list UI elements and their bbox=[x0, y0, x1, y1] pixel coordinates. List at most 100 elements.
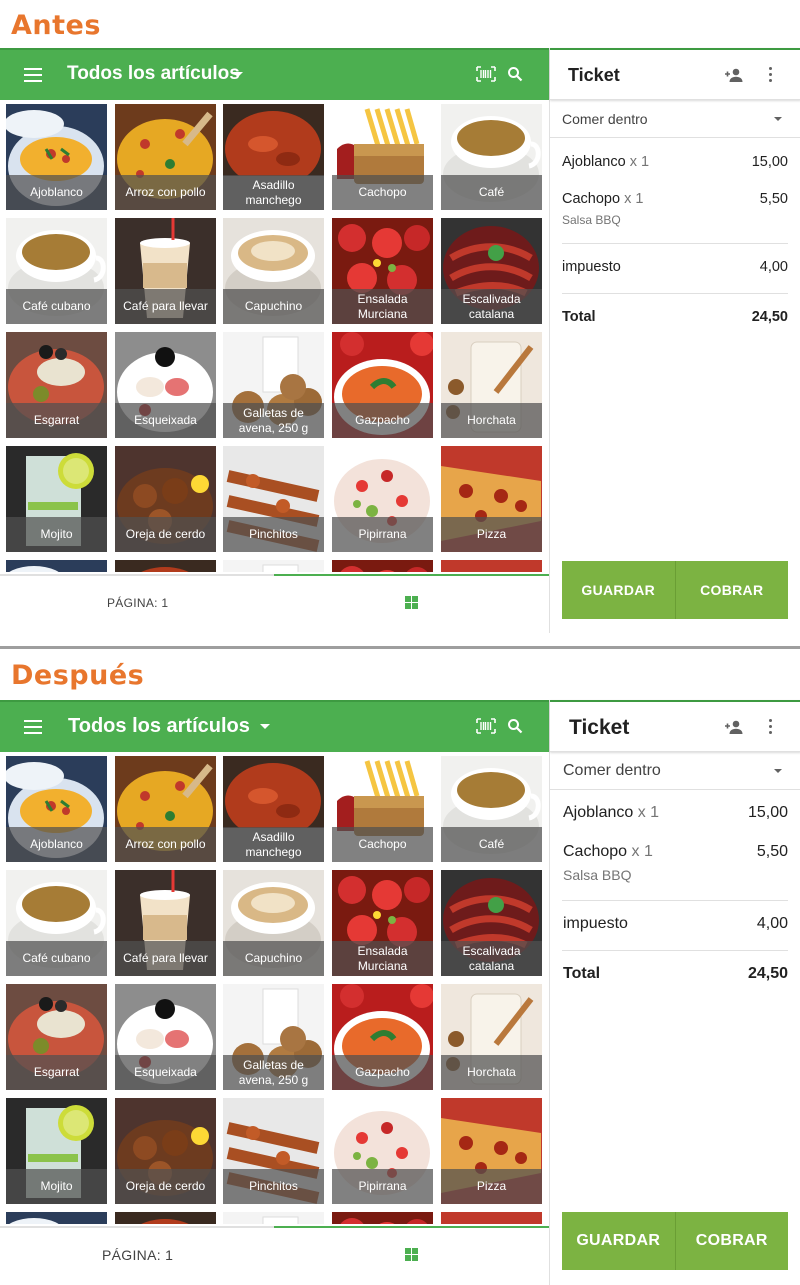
category-dropdown-icon[interactable] bbox=[260, 724, 270, 729]
more-vert-icon[interactable] bbox=[769, 67, 773, 83]
product-tile-partial bbox=[6, 1212, 107, 1224]
product-label: Café para llevar bbox=[115, 941, 216, 976]
line-item-qty: x 1 bbox=[631, 843, 653, 860]
product-tile[interactable]: Pipirrana bbox=[332, 1098, 433, 1204]
more-vert-icon[interactable] bbox=[769, 719, 773, 735]
product-image bbox=[115, 1212, 216, 1224]
product-label: Capuchino bbox=[223, 289, 324, 324]
divider bbox=[562, 950, 788, 951]
product-tile[interactable]: Capuchino bbox=[223, 218, 324, 324]
add-person-icon[interactable] bbox=[724, 719, 744, 735]
save-button[interactable]: GUARDAR bbox=[562, 1212, 675, 1270]
product-tile[interactable]: Esgarrat bbox=[6, 984, 107, 1090]
section-before: Antes Todos los artículos Ajoblanco Arroz… bbox=[0, 0, 800, 650]
product-tile[interactable]: Galletas de avena, 250 g bbox=[223, 332, 324, 438]
product-tile[interactable]: Café cubano bbox=[6, 870, 107, 976]
product-tile[interactable]: Esqueixada bbox=[115, 332, 216, 438]
ticket-actions: GUARDAR COBRAR bbox=[562, 1212, 788, 1270]
line-item-amount: 15,00 bbox=[751, 154, 788, 170]
dining-option-select[interactable]: Comer dentro bbox=[550, 752, 800, 790]
product-image bbox=[332, 1212, 433, 1224]
product-tile[interactable]: Cachopo bbox=[332, 104, 433, 210]
product-tile[interactable]: Café bbox=[441, 756, 542, 862]
grid-view-icon[interactable] bbox=[405, 596, 418, 609]
product-tile[interactable]: Galletas de avena, 250 g bbox=[223, 984, 324, 1090]
product-label: Esqueixada bbox=[115, 1055, 216, 1090]
product-label: Pizza bbox=[441, 517, 542, 552]
product-tile[interactable]: Asadillo manchego bbox=[223, 104, 324, 210]
dining-option-select[interactable]: Comer dentro bbox=[550, 100, 800, 138]
category-title[interactable]: Todos los artículos bbox=[68, 715, 250, 738]
product-tile[interactable]: Horchata bbox=[441, 332, 542, 438]
product-tile[interactable]: Café para llevar bbox=[115, 870, 216, 976]
product-label: Horchata bbox=[441, 403, 542, 438]
product-tile[interactable]: Ensalada Murciana bbox=[332, 218, 433, 324]
charge-button[interactable]: COBRAR bbox=[674, 561, 788, 619]
ticket-line-item[interactable]: Ajoblanco x 1 15,00 bbox=[562, 154, 788, 194]
product-tile[interactable]: Café cubano bbox=[6, 218, 107, 324]
line-item-modifier: Salsa BBQ bbox=[562, 213, 621, 227]
product-image bbox=[6, 560, 107, 572]
menu-icon[interactable] bbox=[24, 68, 42, 82]
ticket-line-item[interactable]: Cachopo x 1 5,50 Salsa BBQ bbox=[562, 191, 788, 231]
product-tile[interactable]: Escalivada catalana bbox=[441, 218, 542, 324]
charge-button[interactable]: COBRAR bbox=[674, 1212, 788, 1270]
total-amount: 24,50 bbox=[747, 965, 788, 982]
product-label: Asadillo manchego bbox=[223, 827, 324, 862]
product-image bbox=[223, 1212, 324, 1224]
product-tile[interactable]: Pinchitos bbox=[223, 1098, 324, 1204]
product-tile[interactable]: Arroz con pollo bbox=[115, 104, 216, 210]
product-tile[interactable]: Gazpacho bbox=[332, 332, 433, 438]
product-tile[interactable]: Ajoblanco bbox=[6, 104, 107, 210]
product-tile[interactable]: Horchata bbox=[441, 984, 542, 1090]
barcode-scan-icon[interactable] bbox=[476, 66, 496, 82]
search-icon[interactable] bbox=[507, 718, 523, 734]
product-tile[interactable]: Arroz con pollo bbox=[115, 756, 216, 862]
product-label: Escalivada catalana bbox=[441, 941, 542, 976]
product-tile[interactable]: Asadillo manchego bbox=[223, 756, 324, 862]
line-item-name: Cachopo x 1 bbox=[562, 191, 644, 207]
product-tile[interactable]: Oreja de cerdo bbox=[115, 1098, 216, 1204]
line-item-modifier: Salsa BBQ bbox=[563, 867, 632, 883]
product-tile[interactable]: Capuchino bbox=[223, 870, 324, 976]
product-tile[interactable]: Mojito bbox=[6, 1098, 107, 1204]
section-title: Antes bbox=[11, 10, 101, 41]
product-label: Ajoblanco bbox=[6, 175, 107, 210]
product-tile[interactable]: Gazpacho bbox=[332, 984, 433, 1090]
total-row: Total 24,50 bbox=[562, 309, 788, 331]
ticket-title: Ticket bbox=[569, 716, 630, 739]
product-tile[interactable]: Escalivada catalana bbox=[441, 870, 542, 976]
product-tile[interactable]: Ensalada Murciana bbox=[332, 870, 433, 976]
grid-view-icon[interactable] bbox=[405, 1248, 418, 1261]
product-tile[interactable]: Pinchitos bbox=[223, 446, 324, 552]
product-tile[interactable]: Ajoblanco bbox=[6, 756, 107, 862]
ticket-line-item[interactable]: Ajoblanco x 1 15,00 bbox=[563, 804, 788, 844]
product-tile[interactable]: Café para llevar bbox=[115, 218, 216, 324]
product-label: Café para llevar bbox=[115, 289, 216, 324]
menu-icon[interactable] bbox=[24, 720, 42, 734]
search-icon[interactable] bbox=[507, 66, 523, 82]
product-label: Ajoblanco bbox=[6, 827, 107, 862]
product-tile[interactable]: Esgarrat bbox=[6, 332, 107, 438]
save-button[interactable]: GUARDAR bbox=[562, 561, 675, 619]
category-dropdown-icon[interactable] bbox=[233, 72, 243, 77]
product-label: Café cubano bbox=[6, 289, 107, 324]
product-label: Galletas de avena, 250 g bbox=[223, 1055, 324, 1090]
product-tile[interactable]: Pipirrana bbox=[332, 446, 433, 552]
product-tile[interactable]: Pizza bbox=[441, 446, 542, 552]
add-person-icon[interactable] bbox=[724, 67, 744, 83]
product-tile[interactable]: Oreja de cerdo bbox=[115, 446, 216, 552]
line-item-name: Ajoblanco x 1 bbox=[563, 804, 660, 821]
product-tile[interactable]: Mojito bbox=[6, 446, 107, 552]
ticket-line-item[interactable]: Cachopo x 1 5,50 Salsa BBQ bbox=[563, 843, 788, 883]
barcode-scan-icon[interactable] bbox=[476, 718, 496, 734]
tax-row: impuesto 4,00 bbox=[562, 259, 788, 281]
product-tile-partial bbox=[115, 560, 216, 572]
product-tile[interactable]: Pizza bbox=[441, 1098, 542, 1204]
product-tile[interactable]: Cachopo bbox=[332, 756, 433, 862]
grid-footer: PÁGINA: 1 bbox=[0, 574, 549, 632]
line-item-qty: x 1 bbox=[624, 191, 644, 207]
category-title[interactable]: Todos los artículos bbox=[67, 63, 240, 85]
product-tile[interactable]: Esqueixada bbox=[115, 984, 216, 1090]
product-tile[interactable]: Café bbox=[441, 104, 542, 210]
